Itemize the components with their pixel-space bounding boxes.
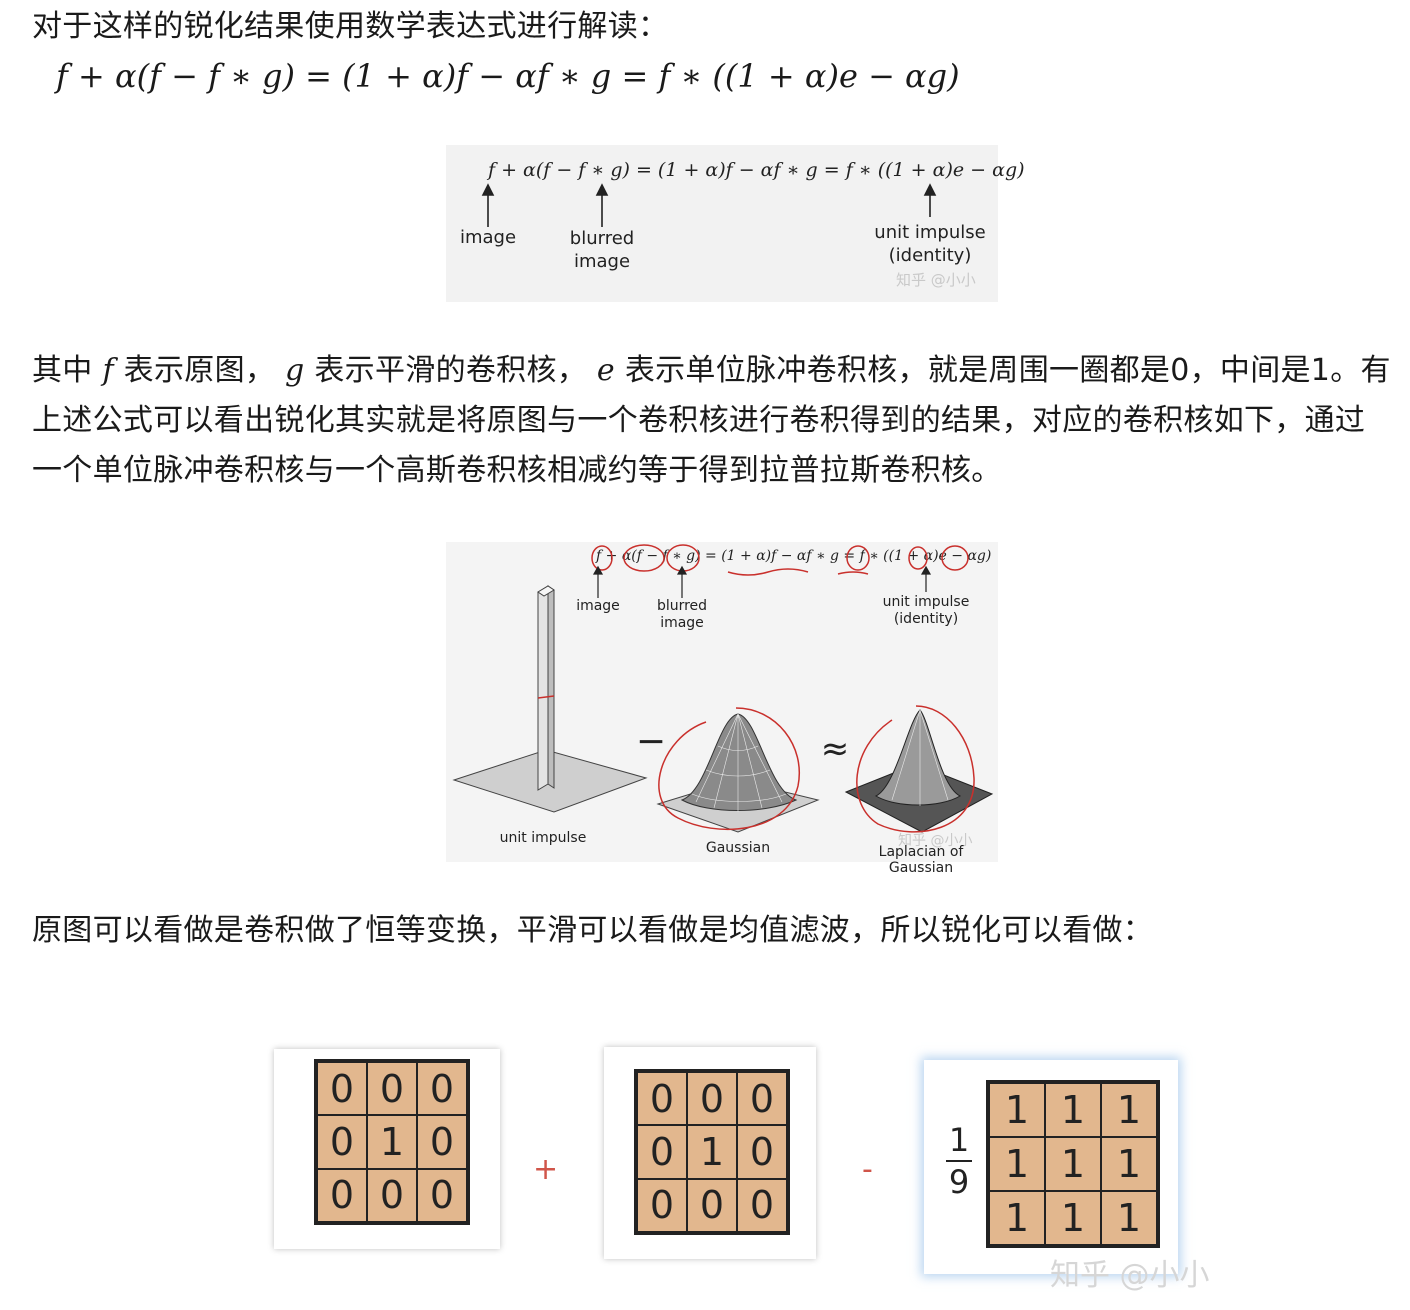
explanation-paragraph: 其中 f 表示原图， g 表示平滑的卷积核， e 表示单位脉冲卷积核，就是周围一… bbox=[32, 346, 1392, 496]
matrix-cell: 1 bbox=[1045, 1083, 1101, 1137]
figure2-drawing bbox=[452, 544, 994, 833]
para2-text-1: 其中 bbox=[32, 353, 103, 388]
mean-filter-kernel-panel: 1 9 111111111 bbox=[924, 1060, 1178, 1274]
figure3-watermark: 知乎 @小小 bbox=[1050, 1258, 1210, 1293]
figure1-label-unit-impulse: unit impulse (identity) bbox=[860, 221, 1000, 267]
matrix-cell: 0 bbox=[367, 1062, 417, 1116]
identity-kernel-panel: 000010000 bbox=[274, 1049, 500, 1249]
minus-operator: - bbox=[862, 1152, 873, 1187]
matrix-cell: 1 bbox=[989, 1137, 1045, 1191]
figure2-label-blurred-line2: image bbox=[660, 615, 704, 631]
matrix-cell: 1 bbox=[989, 1083, 1045, 1137]
matrix-cell: 0 bbox=[737, 1072, 787, 1126]
figure-kernel-illustration: f + α(f − f ∗ g) = (1 + α)f − αf ∗ g = f… bbox=[446, 542, 998, 876]
matrix-cell: 0 bbox=[637, 1125, 687, 1179]
matrix-cell: 1 bbox=[1101, 1083, 1157, 1137]
identity-kernel-panel-2: 000010000 bbox=[604, 1047, 816, 1259]
matrix-cell: 0 bbox=[637, 1072, 687, 1126]
intro-text: 对于这样的锐化结果使用数学表达式进行解读： bbox=[32, 9, 669, 44]
figure-kernel-matrices: 000010000 + 000010000 - 1 9 111111111 知乎… bbox=[230, 1000, 1240, 1305]
figure2-label-laplacian-of-gaussian: Laplacian of Gaussian bbox=[878, 844, 964, 876]
para2-symbol-e: e bbox=[596, 353, 615, 388]
plus-operator: + bbox=[533, 1152, 559, 1187]
para2-text-3: 表示平滑的卷积核， bbox=[304, 353, 597, 388]
figure2-label-blurred-line1: blurred bbox=[656, 598, 708, 614]
matrix-cell: 0 bbox=[317, 1115, 367, 1169]
figure1-label-blurred: blurred image bbox=[552, 227, 652, 273]
matrix-cell: 1 bbox=[989, 1191, 1045, 1245]
matrix-cell: 0 bbox=[367, 1168, 417, 1222]
matrix-cell: 0 bbox=[417, 1115, 467, 1169]
fraction-numerator: 1 bbox=[948, 1121, 970, 1159]
sharpen-summary-text: 原图可以看做是卷积做了恒等变换，平滑可以看做是均值滤波，所以锐化可以看做： bbox=[32, 913, 1154, 948]
one-ninth-fraction: 1 9 bbox=[944, 1122, 974, 1200]
figure1-label-unit-line2: (identity) bbox=[888, 245, 972, 266]
figure2-minus-sign: − bbox=[635, 721, 667, 762]
matrix-cell: 0 bbox=[417, 1168, 467, 1222]
matrix-cell: 0 bbox=[737, 1178, 787, 1232]
matrix-cell: 0 bbox=[317, 1062, 367, 1116]
para2-text-2: 表示原图， bbox=[113, 353, 286, 388]
figure2-approx-sign: ≈ bbox=[820, 729, 850, 769]
figure1-watermark: 知乎 @小小 bbox=[896, 271, 976, 289]
figure2-label-unit-impulse-identity: unit impulse (identity) bbox=[870, 594, 982, 628]
matrix-cell: 0 bbox=[317, 1168, 367, 1222]
figure2-label-unit-impulse-plot: unit impulse bbox=[499, 830, 587, 846]
matrix-cell: 1 bbox=[1101, 1137, 1157, 1191]
matrix-cell: 0 bbox=[687, 1072, 737, 1126]
fraction-bar bbox=[946, 1160, 972, 1162]
identity-kernel-matrix: 000010000 bbox=[314, 1059, 470, 1225]
matrix-cell: 0 bbox=[737, 1125, 787, 1179]
figure2-label-gaussian: Gaussian bbox=[705, 840, 771, 856]
main-formula: f + α(f − f ∗ g) = (1 + α)f − αf ∗ g = f… bbox=[56, 57, 960, 95]
figure2-label-blurred: blurred image bbox=[642, 598, 722, 632]
figure2-label-unit-line2: (identity) bbox=[893, 611, 959, 627]
matrix-cell: 0 bbox=[637, 1178, 687, 1232]
figure2-label-image: image bbox=[576, 598, 620, 614]
matrix-cell: 1 bbox=[1101, 1191, 1157, 1245]
matrix-cell: 0 bbox=[687, 1178, 737, 1232]
matrix-cell: 1 bbox=[1045, 1191, 1101, 1245]
matrix-cell: 0 bbox=[417, 1062, 467, 1116]
figure1-label-unit-line1: unit impulse bbox=[874, 222, 986, 243]
figure1-label-blurred-line1: blurred bbox=[569, 228, 635, 249]
matrix-cell: 1 bbox=[367, 1115, 417, 1169]
figure-formula-annotated: f + α(f − f ∗ g) = (1 + α)f − αf ∗ g = f… bbox=[446, 145, 1025, 302]
mean-filter-kernel-matrix: 111111111 bbox=[986, 1080, 1160, 1248]
figure1-label-blurred-line2: image bbox=[573, 251, 631, 272]
para2-symbol-f: f bbox=[102, 353, 114, 388]
identity-kernel-matrix-2: 000010000 bbox=[634, 1069, 790, 1235]
matrix-cell: 1 bbox=[687, 1125, 737, 1179]
matrix-cell: 1 bbox=[1045, 1137, 1101, 1191]
fraction-denominator: 9 bbox=[948, 1163, 970, 1201]
figure2-label-unit-line1: unit impulse bbox=[882, 594, 970, 610]
figure1-label-image: image bbox=[459, 227, 517, 248]
para2-symbol-g: g bbox=[285, 353, 305, 388]
